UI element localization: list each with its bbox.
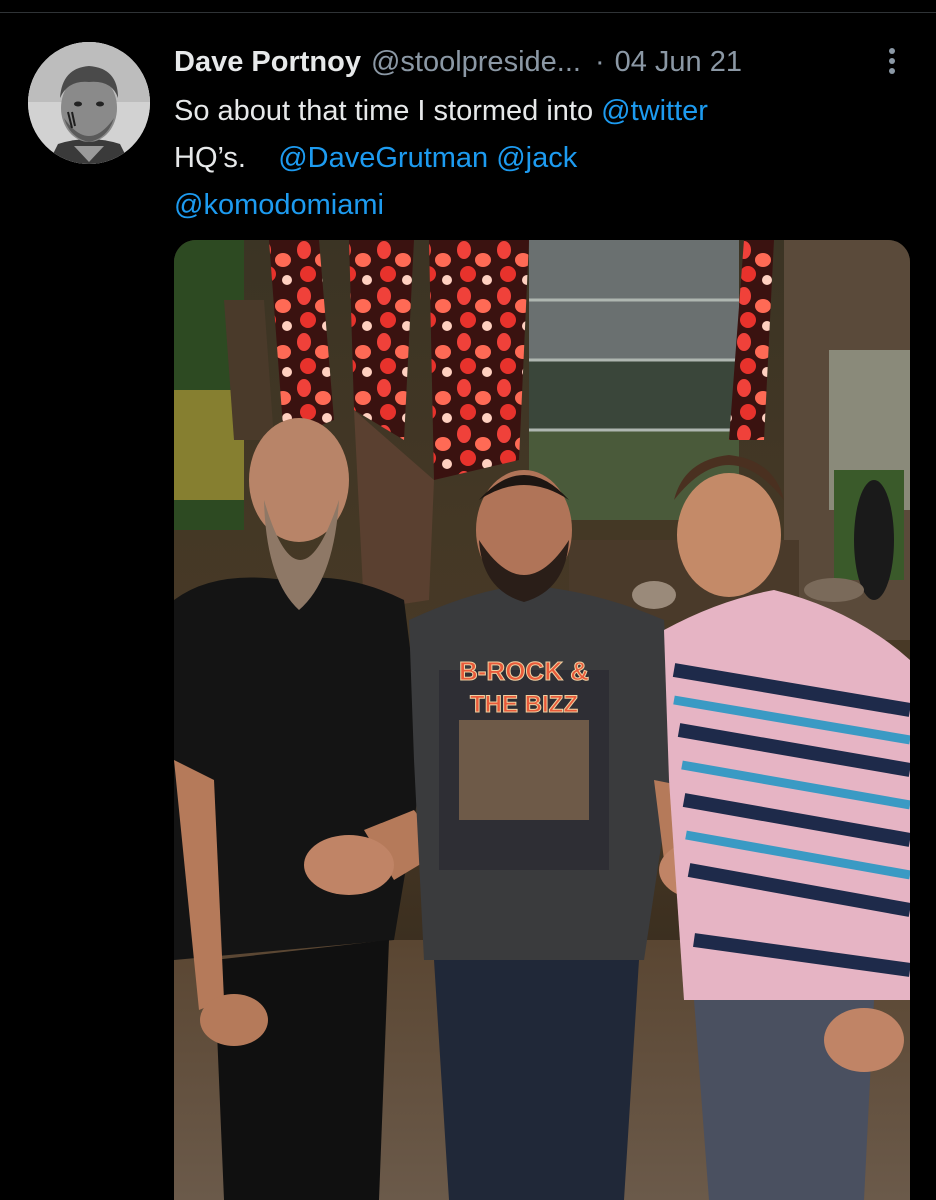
more-options-icon[interactable]	[884, 44, 900, 78]
mention-komodomiami-link[interactable]: @komodomiami	[174, 189, 384, 221]
author-handle[interactable]: @stoolpreside...	[371, 42, 581, 82]
mention-davegrutman-link[interactable]: @DaveGrutman	[278, 142, 488, 174]
tweet-photo[interactable]: B-ROCK & THE BIZZ	[174, 240, 910, 1200]
tweet-text: So about that time I stormed into @twitt…	[174, 88, 894, 229]
divider	[0, 12, 936, 13]
tweet-text-line2: HQ’s.	[174, 142, 246, 174]
mention-jack-link[interactable]: @jack	[496, 142, 577, 174]
shirt-text-line1: B-ROCK &	[459, 656, 589, 686]
tweet-text-line1: So about that time I stormed into	[174, 95, 602, 127]
author-display-name[interactable]: Dave Portnoy	[174, 42, 361, 82]
mention-twitter-link[interactable]: @twitter	[601, 95, 708, 127]
avatar[interactable]	[28, 42, 150, 164]
restaurant-photo-illustration: B-ROCK & THE BIZZ	[174, 240, 910, 1200]
shirt-text-line2: THE BIZZ	[470, 691, 578, 718]
avatar-photo-icon	[28, 42, 150, 164]
tweet-header: Dave Portnoy @stoolpreside... · 04 Jun 2…	[174, 42, 904, 82]
tweet-article[interactable]: Dave Portnoy @stoolpreside... · 04 Jun 2…	[0, 0, 936, 1200]
separator-dot: ·	[594, 46, 605, 78]
tweet-date[interactable]: 04 Jun 21	[615, 42, 742, 82]
